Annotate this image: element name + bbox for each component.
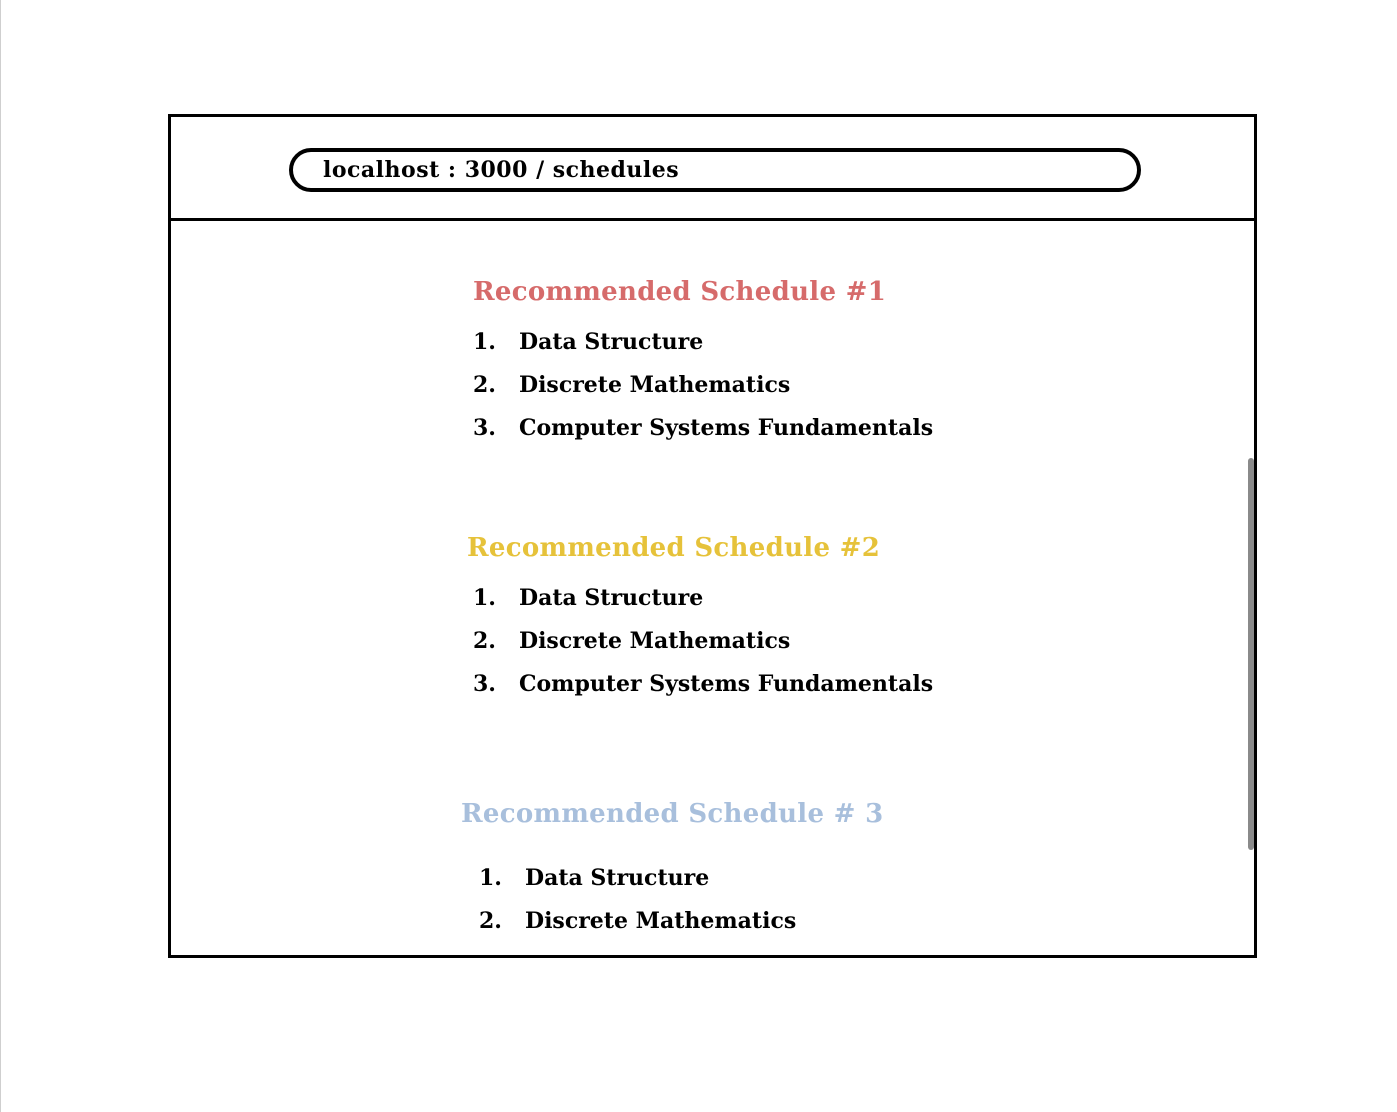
course-name: Data Structure bbox=[525, 865, 710, 891]
course-list-item: 1. Data Structure bbox=[473, 577, 933, 620]
course-list-item: 2. Discrete Mathematics bbox=[473, 364, 933, 407]
course-list: 1. Data Structure 2. Discrete Mathematic… bbox=[473, 577, 933, 706]
schedule-card-3[interactable]: Recommended Schedule # 3 1. Data Structu… bbox=[461, 799, 883, 943]
address-bar[interactable]: localhost : 3000 / schedules bbox=[289, 148, 1141, 192]
course-name: Computer Systems Fundamentals bbox=[519, 415, 934, 441]
schedule-title: Recommended Schedule # 3 bbox=[461, 799, 884, 829]
browser-window: localhost : 3000 / schedules Recommended… bbox=[168, 114, 1257, 958]
course-list-item: 2. Discrete Mathematics bbox=[473, 620, 933, 663]
page-content[interactable]: Recommended Schedule #1 1. Data Structur… bbox=[171, 221, 1254, 955]
course-name: Computer Systems Fundamentals bbox=[519, 671, 934, 697]
course-list-item: 1. Data Structure bbox=[479, 857, 883, 900]
course-name: Discrete Mathematics bbox=[519, 628, 791, 654]
course-number: 1. bbox=[473, 329, 496, 355]
browser-toolbar: localhost : 3000 / schedules bbox=[171, 117, 1254, 221]
course-name: Discrete Mathematics bbox=[519, 372, 791, 398]
course-list-item: 3. Computer Systems Fundamentals bbox=[473, 407, 933, 450]
course-list-item: 3. Computer Systems Fundamentals bbox=[473, 663, 933, 706]
course-name: Discrete Mathematics bbox=[525, 908, 797, 934]
schedule-card-1[interactable]: Recommended Schedule #1 1. Data Structur… bbox=[473, 277, 933, 450]
course-list-item: 2. Discrete Mathematics bbox=[479, 900, 883, 943]
course-name: Data Structure bbox=[519, 329, 704, 355]
schedule-card-2[interactable]: Recommended Schedule #2 1. Data Structur… bbox=[467, 533, 933, 706]
course-list-item: 1. Data Structure bbox=[473, 321, 933, 364]
course-number: 3. bbox=[473, 671, 496, 697]
vertical-scrollbar[interactable] bbox=[1248, 458, 1254, 850]
course-number: 2. bbox=[473, 372, 496, 398]
course-number: 1. bbox=[479, 865, 502, 891]
course-number: 2. bbox=[473, 628, 496, 654]
course-list: 1. Data Structure 2. Discrete Mathematic… bbox=[473, 321, 933, 450]
schedule-title: Recommended Schedule #1 bbox=[473, 277, 887, 307]
schedule-title: Recommended Schedule #2 bbox=[467, 533, 881, 563]
course-number: 1. bbox=[473, 585, 496, 611]
course-number: 3. bbox=[473, 415, 496, 441]
page-edge-divider bbox=[0, 0, 1, 1112]
address-bar-url: localhost : 3000 / schedules bbox=[323, 157, 680, 183]
course-name: Data Structure bbox=[519, 585, 704, 611]
course-list: 1. Data Structure 2. Discrete Mathematic… bbox=[479, 857, 883, 943]
course-number: 2. bbox=[479, 908, 502, 934]
